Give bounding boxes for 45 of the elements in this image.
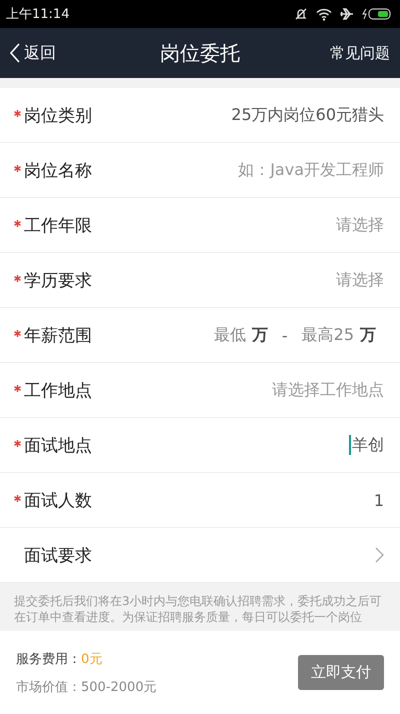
status-time: 上午11:14 [6,6,70,23]
fee-value: 0元 [81,652,102,666]
asterisk-icon [14,164,21,172]
max-field[interactable]: 最高25 [302,324,354,346]
mute-icon [294,7,308,21]
airplane-icon [340,7,354,21]
notice-text: 提交委托后我们将在3小时内与您电联确认招聘需求，委托成功之后可在订单中查看进度。为保证招聘服务质量，每日可以委托一个岗位 [13,593,383,626]
field-label: 岗位类别 [24,104,92,126]
asterisk-icon [14,384,21,392]
market-value: 市场价值：500-2000元 [16,678,157,696]
asterisk-icon [14,220,21,226]
back-button[interactable]: 返回 [10,42,56,64]
faq-button[interactable]: 常见问题 [330,44,390,62]
field-label: 面试人数 [24,490,92,512]
select-field[interactable]: 请选择 [336,214,384,236]
asterisk-icon [14,440,21,446]
range-separator: - [282,326,288,344]
wifi-icon [316,8,332,20]
input-field[interactable]: 羊创 [349,434,384,456]
field-label: 岗位名称 [24,160,92,182]
asterisk-icon [14,494,21,502]
chevron-left-icon [10,43,20,63]
chevron-icon [375,547,384,563]
field-label: 工作地点 [24,380,92,402]
select-field[interactable]: 25万内岗位60元猎头 [231,104,384,126]
unit-label: 万 [252,324,268,346]
field-label: 年薪范围 [24,324,92,346]
asterisk-icon [14,110,21,116]
battery-icon [362,8,392,20]
pay-button[interactable]: 立即支付 [298,655,384,690]
asterisk-icon [14,330,21,336]
input-field[interactable]: 1 [374,490,384,510]
field-label: 面试地点 [24,434,92,456]
input-field[interactable]: 如：Java开发工程师 [238,160,384,180]
select-field[interactable]: 请选择 [336,270,384,290]
field-label: 面试要求 [24,544,92,566]
field-label: 学历要求 [24,270,92,292]
select-field[interactable]: 请选择工作地点 [272,380,384,400]
min-field[interactable]: 最低 [214,324,246,346]
field-label: 工作年限 [24,214,92,236]
list-item[interactable]: 面试要求 [0,528,400,583]
asterisk-icon [14,274,21,282]
fee-label: 服务费用： [16,652,81,666]
page-title: 岗位委托 [160,40,240,66]
unit-label: 万 [360,324,376,346]
